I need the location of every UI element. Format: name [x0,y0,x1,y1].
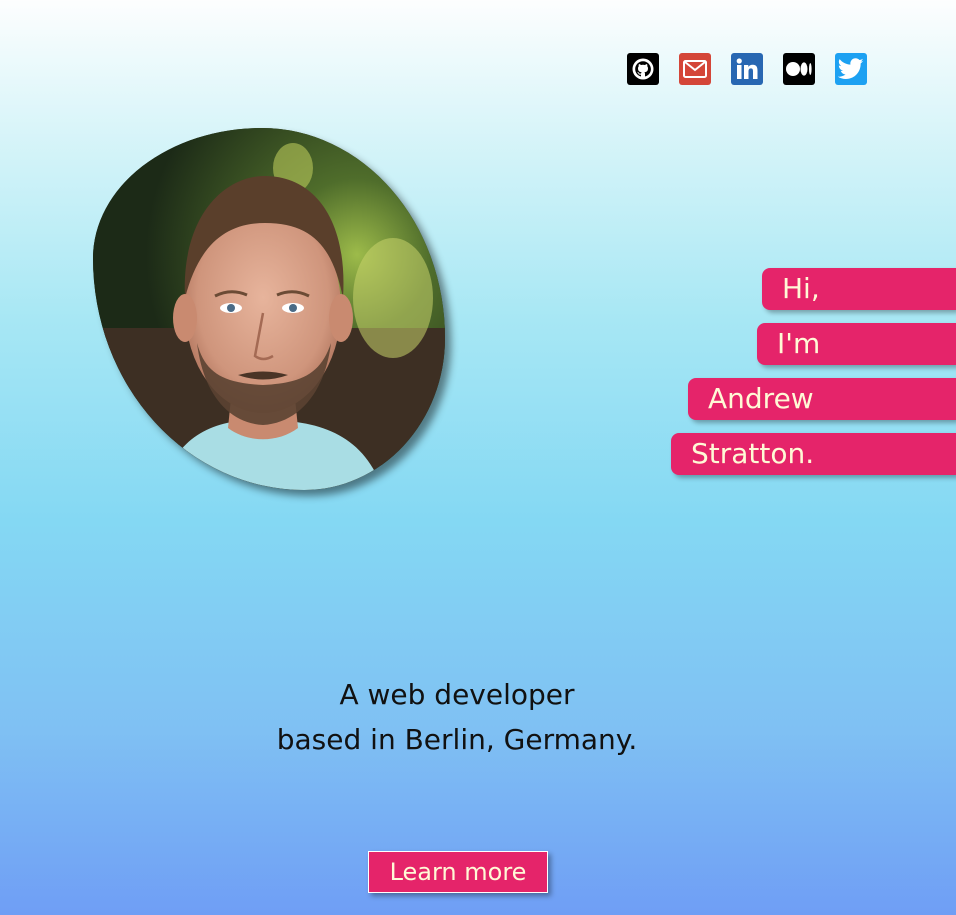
twitter-icon [838,58,864,80]
medium-link[interactable] [783,53,815,85]
linkedin-link[interactable] [731,53,763,85]
medium-icon [785,60,813,78]
name-tag-first: Andrew [688,378,956,420]
email-link[interactable] [679,53,711,85]
social-links [627,53,867,85]
name-tag-last: Stratton. [671,433,956,475]
learn-more-button[interactable]: Learn more [368,851,548,893]
twitter-link[interactable] [835,53,867,85]
tagline: A web developer based in Berlin, Germany… [0,672,914,762]
linkedin-icon [734,56,760,82]
github-icon [631,57,655,81]
github-link[interactable] [627,53,659,85]
greeting-tag-im: I'm [757,323,956,365]
profile-photo [93,128,445,490]
tagline-line-2: based in Berlin, Germany. [276,723,638,756]
tagline-line-1: A web developer [339,678,575,711]
greeting-tag-hi: Hi, [762,268,956,310]
mail-icon [682,59,708,79]
